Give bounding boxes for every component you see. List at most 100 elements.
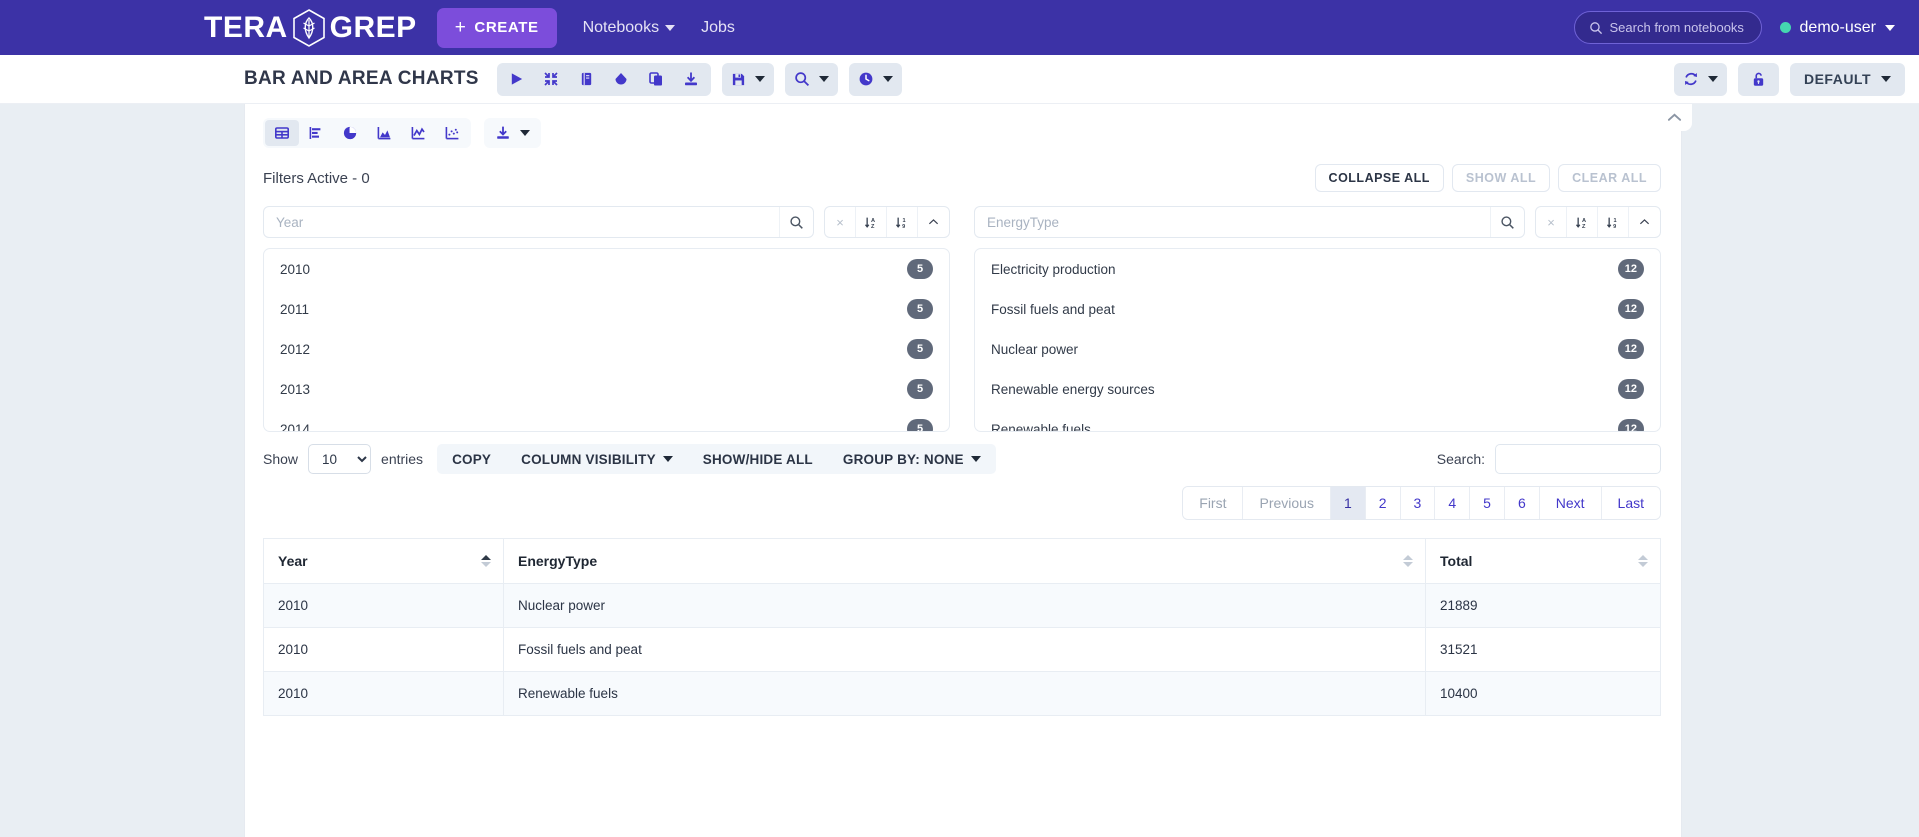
copy-icon [649, 72, 663, 86]
schedule-dropdown[interactable] [848, 62, 902, 96]
collapse-panel-button[interactable] [1656, 104, 1692, 131]
table-search-input[interactable] [1495, 444, 1661, 474]
notebook-toolbar: BAR AND AREA CHARTS DEFAULT [0, 55, 1919, 104]
sort-indicator-icon[interactable] [1638, 555, 1648, 567]
run-all-button[interactable] [499, 65, 534, 94]
pagination-page-1[interactable]: 1 [1330, 487, 1366, 519]
copy-button[interactable]: COPY [437, 444, 506, 474]
table-header-row: Year EnergyType Total [263, 538, 1661, 584]
table-row[interactable]: 2010 Renewable fuels 10400 [263, 671, 1661, 716]
list-item[interactable]: Renewable energy sources 12 [975, 369, 1660, 409]
table-row[interactable]: 2010 Nuclear power 21889 [263, 583, 1661, 628]
show-hide-all-button[interactable]: SHOW/HIDE ALL [688, 444, 828, 474]
search-dropdown[interactable] [784, 62, 838, 96]
filter-search-button[interactable] [779, 207, 813, 237]
export-notebook-button[interactable] [674, 65, 709, 94]
view-scatter-chart[interactable] [435, 120, 469, 146]
notes-button[interactable] [569, 65, 604, 94]
cell-energytype: Renewable fuels [503, 671, 1426, 716]
list-item[interactable]: 2011 5 [264, 289, 949, 329]
collapse-filter-button[interactable] [918, 207, 949, 237]
show-all-button[interactable]: SHOW ALL [1451, 164, 1551, 192]
list-item[interactable]: 2014 5 [264, 409, 949, 431]
chevron-up-icon [1667, 113, 1681, 121]
filter-list-energytype[interactable]: Electricity production 12 Fossil fuels a… [974, 248, 1661, 432]
view-area-chart[interactable] [367, 120, 401, 146]
filter-item-count: 12 [1617, 339, 1644, 359]
download-results-dropdown[interactable] [484, 118, 541, 148]
plus-icon: + [454, 17, 467, 38]
pagination-page-4[interactable]: 4 [1435, 487, 1471, 519]
sort-indicator-icon[interactable] [481, 555, 491, 567]
sort-numeric-button[interactable]: 1 9 [887, 207, 918, 237]
collapse-all-button[interactable]: COLLAPSE ALL [1314, 164, 1444, 192]
pagination-page-5[interactable]: 5 [1470, 487, 1505, 519]
sort-alpha-button[interactable]: A Z [1567, 207, 1598, 237]
list-item[interactable]: Electricity production 12 [975, 249, 1660, 289]
hide-output-button[interactable] [534, 65, 569, 94]
list-item[interactable]: 2012 5 [264, 329, 949, 369]
user-menu[interactable]: demo-user [1779, 19, 1895, 37]
data-table: Year EnergyType Total 2010 Nuclear power… [263, 538, 1661, 716]
view-line-chart[interactable] [401, 120, 435, 146]
filter-item-count: 12 [1617, 419, 1644, 431]
filter-item-count: 5 [907, 299, 933, 319]
sort-numeric-button[interactable]: 1 9 [1598, 207, 1629, 237]
pagination-next[interactable]: Next [1539, 487, 1602, 519]
view-table[interactable] [265, 120, 299, 146]
create-button[interactable]: + CREATE [436, 7, 557, 48]
collapse-filter-button[interactable] [1629, 207, 1660, 237]
list-item[interactable]: Renewable fuels 12 [975, 409, 1660, 432]
pagination-row: First Previous 1 2 3 4 5 6 Next Last [245, 474, 1681, 520]
filter-search-input-year[interactable] [264, 207, 779, 237]
filters-active-label: Filters Active - 0 [263, 169, 370, 187]
sort-alpha-button[interactable]: A Z [856, 207, 887, 237]
list-item[interactable]: Nuclear power 12 [975, 329, 1660, 369]
group-by-dropdown[interactable]: GROUP BY: NONE [828, 444, 996, 474]
filter-item-label: Renewable fuels [991, 421, 1091, 432]
view-bar-chart[interactable] [299, 120, 333, 146]
list-item[interactable]: 2010 5 [264, 249, 949, 289]
filter-search-input-energytype[interactable] [975, 207, 1490, 237]
list-item[interactable]: Fossil fuels and peat 12 [975, 289, 1660, 329]
pagination-page-2[interactable]: 2 [1365, 487, 1401, 519]
interpreter-binding-dropdown[interactable]: DEFAULT [1789, 62, 1905, 96]
refresh-dropdown[interactable] [1673, 62, 1727, 96]
notebook-search-input[interactable]: Search from notebooks [1573, 11, 1762, 44]
cell-total: 10400 [1425, 671, 1661, 716]
nav-item-notebooks-label: Notebooks [582, 18, 660, 36]
sort-indicator-icon[interactable] [1403, 555, 1413, 567]
save-dropdown[interactable] [721, 62, 774, 96]
filter-item-count: 5 [907, 259, 933, 279]
sort-numeric-icon: 1 9 [895, 217, 906, 229]
column-header-year[interactable]: Year [263, 538, 504, 584]
online-status-dot [1779, 22, 1791, 33]
list-item[interactable]: 2013 5 [264, 369, 949, 409]
pagination-page-6[interactable]: 6 [1504, 487, 1540, 519]
pagination-previous[interactable]: Previous [1243, 487, 1331, 519]
view-pie-chart[interactable] [333, 120, 367, 146]
filter-list-year[interactable]: 2010 5 2011 5 2012 5 2013 5 2014 5 [263, 248, 950, 432]
clone-notebook-button[interactable] [639, 65, 674, 94]
clear-all-button[interactable]: CLEAR ALL [1558, 164, 1661, 192]
collapse-arrows-icon [544, 72, 558, 86]
column-header-total[interactable]: Total [1425, 538, 1661, 584]
unlock-icon [1753, 72, 1764, 86]
nav-item-jobs[interactable]: Jobs [701, 19, 735, 37]
pagination-first[interactable]: First [1183, 487, 1244, 519]
entries-per-page-select[interactable]: 10 25 50 100 [308, 444, 372, 474]
pagination-last[interactable]: Last [1601, 487, 1660, 519]
column-visibility-dropdown[interactable]: COLUMN VISIBILITY [506, 444, 688, 474]
download-icon [685, 72, 698, 86]
permissions-button[interactable] [1737, 62, 1779, 96]
nav-item-notebooks[interactable]: Notebooks [583, 19, 676, 37]
column-header-energytype[interactable]: EnergyType [503, 538, 1426, 584]
clear-output-button[interactable] [604, 65, 639, 94]
clear-filter-button[interactable]: × [825, 207, 856, 237]
filter-search-button[interactable] [1490, 207, 1524, 237]
chevron-up-icon [928, 219, 939, 225]
pagination-page-3[interactable]: 3 [1400, 487, 1436, 519]
cell-total: 21889 [1425, 583, 1661, 628]
clear-filter-button[interactable]: × [1536, 207, 1567, 237]
table-row[interactable]: 2010 Fossil fuels and peat 31521 [263, 627, 1661, 672]
